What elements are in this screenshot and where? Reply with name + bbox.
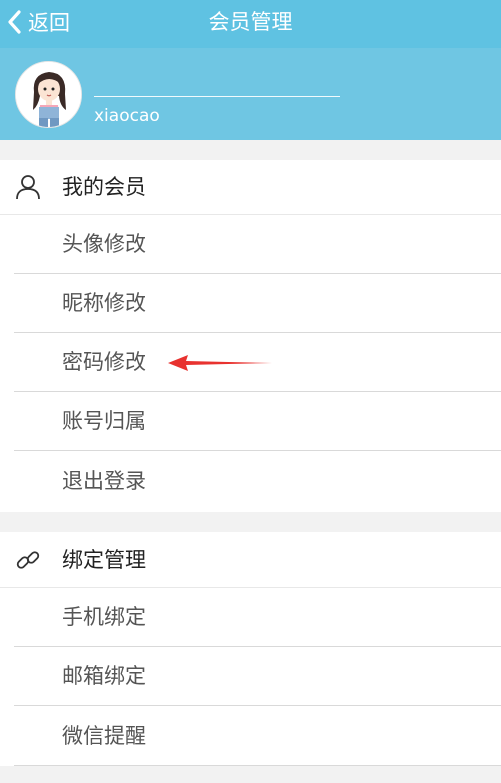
avatar[interactable] (15, 61, 82, 128)
menu-item-label: 昵称修改 (62, 291, 146, 315)
member-section-header: 我的会员 (0, 160, 501, 215)
menu-item-label: 密码修改 (62, 350, 146, 374)
binding-section: 绑定管理 手机绑定 邮箱绑定 微信提醒 (0, 532, 501, 766)
menu-item-email-binding[interactable]: 邮箱绑定 (0, 647, 501, 706)
menu-item-avatar-edit[interactable]: 头像修改 (0, 215, 501, 274)
binding-section-header: 绑定管理 (0, 532, 501, 588)
menu-item-account-ownership[interactable]: 账号归属 (0, 392, 501, 451)
menu-item-label: 退出登录 (62, 469, 146, 493)
profile-header: xiaocao (0, 48, 501, 140)
link-icon (14, 546, 42, 574)
member-section: 我的会员 头像修改 昵称修改 密码修改 账号归属 退出登录 (0, 160, 501, 512)
page-title: 会员管理 (208, 10, 293, 34)
annotation-arrow-icon (166, 352, 274, 374)
menu-item-label: 微信提醒 (62, 724, 146, 748)
divider (14, 765, 501, 766)
divider (14, 705, 501, 706)
nickname-underline (94, 96, 340, 97)
menu-item-label: 账号归属 (62, 409, 146, 433)
member-section-title: 我的会员 (62, 175, 146, 199)
binding-section-title: 绑定管理 (62, 548, 146, 572)
divider (14, 450, 501, 451)
username: xiaocao (94, 106, 160, 126)
nav-bar: 返回 会员管理 (0, 0, 501, 48)
user-icon (14, 173, 42, 201)
menu-item-logout[interactable]: 退出登录 (0, 452, 501, 511)
menu-item-label: 邮箱绑定 (62, 664, 146, 688)
menu-item-phone-binding[interactable]: 手机绑定 (0, 588, 501, 647)
menu-item-nickname-edit[interactable]: 昵称修改 (0, 274, 501, 333)
menu-item-label: 头像修改 (62, 232, 146, 256)
menu-item-wechat-reminder[interactable]: 微信提醒 (0, 707, 501, 766)
menu-item-label: 手机绑定 (62, 605, 146, 629)
